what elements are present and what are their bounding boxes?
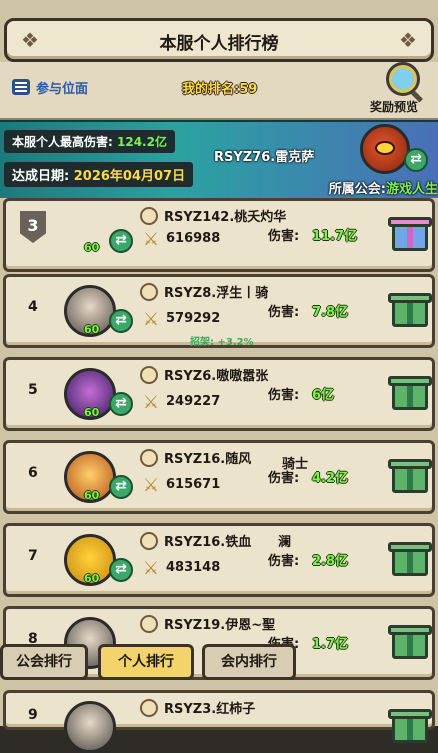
player-avatar[interactable] xyxy=(64,701,116,753)
tab-bar: 公会排行 个人排行 会内排行 xyxy=(0,640,438,684)
rank-row[interactable]: 3 RSYZ142.桃夭灼华 60 ⇄ ⚔ 616988 伤害: 11.7亿 xyxy=(3,198,435,272)
server-icon xyxy=(140,449,158,467)
tab-guild-ranking[interactable]: 公会排行 xyxy=(0,644,88,680)
guild-label: 所属公会: xyxy=(328,182,386,197)
player-name: RSYZ19.伊恩~聖 xyxy=(164,618,276,633)
rank-number: 9 xyxy=(28,707,38,723)
gift-icon[interactable] xyxy=(388,538,432,578)
player-level: 60 xyxy=(84,241,100,254)
player-name: RSYZ3.红柿子 xyxy=(164,702,256,717)
damage-label: 伤害: xyxy=(268,305,300,320)
rank-row[interactable]: 5 60 ⇄ RSYZ6.嗷嗷嚣张 ⚔ 249227 伤害: 6亿 xyxy=(3,357,435,431)
damage-value: 11.7亿 xyxy=(312,229,358,244)
damage-value: 4.2亿 xyxy=(312,471,349,486)
date-label: 达成日期: xyxy=(12,169,70,184)
date-value: 2026年04月07日 xyxy=(73,169,186,184)
rank-number: 7 xyxy=(28,548,38,564)
max-damage-label: 本服个人最高伤害: xyxy=(12,135,113,149)
server-icon xyxy=(140,283,158,301)
damage-label: 伤害: xyxy=(268,471,300,486)
power-value: 616988 xyxy=(166,231,221,246)
list-icon xyxy=(12,79,30,95)
player-level: 60 xyxy=(84,572,100,585)
gift-icon[interactable] xyxy=(388,455,432,495)
swap-icon[interactable]: ⇄ xyxy=(109,558,133,582)
sub-bar: 参与位面 我的排名:59 奖励预览 xyxy=(0,62,438,120)
damage-label: 伤害: xyxy=(268,229,300,244)
rank-row[interactable]: 4 60 ⇄ RSYZ8.浮生丨骑 ⚔ 579292 招架: +3.2% 伤害:… xyxy=(3,274,435,348)
position-button[interactable]: 参与位面 xyxy=(12,76,88,98)
top-damage-banner: 本服个人最高伤害: 124.2亿 达成日期: 2026年04月07日 RSYZ7… xyxy=(0,120,438,198)
damage-label: 伤害: xyxy=(268,388,300,403)
top-guild: 所属公会:游戏人生 xyxy=(329,178,438,197)
rank-number: 4 xyxy=(28,299,38,315)
power-icon: ⚔ xyxy=(142,475,160,496)
right-ornament-icon: ❖ xyxy=(399,28,417,52)
power-value: 483148 xyxy=(166,560,221,575)
power-icon: ⚔ xyxy=(142,558,160,579)
player-name: RSYZ8.浮生丨骑 xyxy=(164,286,269,301)
power-icon: ⚔ xyxy=(142,392,160,413)
position-label: 参与位面 xyxy=(36,81,89,97)
power-value: 615671 xyxy=(166,477,221,492)
bonus-text: 招架: +3.2% xyxy=(190,337,254,348)
server-icon xyxy=(140,532,158,550)
leaderboard-screen: ❖ 本服个人排行榜 ❖ 参与位面 我的排名:59 奖励预览 本服个人最高伤害: … xyxy=(0,0,438,753)
gift-icon[interactable] xyxy=(388,705,432,745)
rank-number: 6 xyxy=(28,465,38,481)
tab-in-guild-ranking[interactable]: 会内排行 xyxy=(202,644,296,680)
my-rank: 我的排名:59 xyxy=(182,82,258,97)
swap-icon[interactable]: ⇄ xyxy=(109,309,133,333)
damage-label: 伤害: xyxy=(268,554,300,569)
power-value: 579292 xyxy=(166,311,221,326)
top-player-avatar[interactable] xyxy=(360,124,410,174)
damage-value: 6亿 xyxy=(312,388,335,403)
top-player-name: RSYZ76.雷克萨 xyxy=(214,150,315,165)
reward-preview-button[interactable]: 奖励预览 xyxy=(370,98,418,115)
player-name: RSYZ6.嗷嗷嚣张 xyxy=(164,369,269,384)
server-icon xyxy=(140,366,158,384)
max-damage: 本服个人最高伤害: 124.2亿 xyxy=(4,130,175,153)
power-icon: ⚔ xyxy=(142,309,160,330)
guild-value: 游戏人生 xyxy=(385,182,438,197)
rank-row[interactable]: 7 60 ⇄ RSYZ16.铁血 澜 ⚔ 483148 伤害: 2.8亿 xyxy=(3,523,435,597)
gift-icon[interactable] xyxy=(388,213,432,253)
swap-icon[interactable]: ⇄ xyxy=(109,392,133,416)
title-bar: ❖ 本服个人排行榜 ❖ xyxy=(4,18,434,62)
max-damage-value: 124.2亿 xyxy=(117,135,167,149)
swap-icon[interactable]: ⇄ xyxy=(404,148,428,172)
damage-value: 2.8亿 xyxy=(312,554,349,569)
player-level: 60 xyxy=(84,489,100,502)
player-level: 60 xyxy=(84,323,100,336)
tab-personal-ranking[interactable]: 个人排行 xyxy=(98,644,194,680)
server-icon xyxy=(140,699,158,717)
player-name-suffix: 澜 xyxy=(278,535,292,550)
rank-number: 5 xyxy=(28,382,38,398)
gift-icon[interactable] xyxy=(388,289,432,329)
swap-icon[interactable]: ⇄ xyxy=(109,475,133,499)
power-value: 249227 xyxy=(166,394,221,409)
damage-value: 7.8亿 xyxy=(312,305,349,320)
player-name: RSYZ16.铁血 xyxy=(164,535,252,550)
player-level: 60 xyxy=(84,406,100,419)
server-icon xyxy=(140,615,158,633)
server-icon xyxy=(140,207,158,225)
date: 达成日期: 2026年04月07日 xyxy=(4,162,194,187)
gift-icon[interactable] xyxy=(388,372,432,412)
player-name: RSYZ16.随风 xyxy=(164,452,252,467)
swap-icon[interactable]: ⇄ xyxy=(109,229,133,253)
magnifier-icon[interactable] xyxy=(386,62,420,96)
rank-row[interactable]: 9 RSYZ3.红柿子 xyxy=(3,690,435,753)
power-icon: ⚔ xyxy=(142,229,160,250)
rank-badge-icon: 3 xyxy=(20,211,46,243)
page-title: 本服个人排行榜 xyxy=(159,34,279,54)
player-name: RSYZ142.桃夭灼华 xyxy=(164,210,287,225)
rank-row[interactable]: 6 60 ⇄ RSYZ16.随风 骑士 ⚔ 615671 伤害: 4.2亿 xyxy=(3,440,435,514)
